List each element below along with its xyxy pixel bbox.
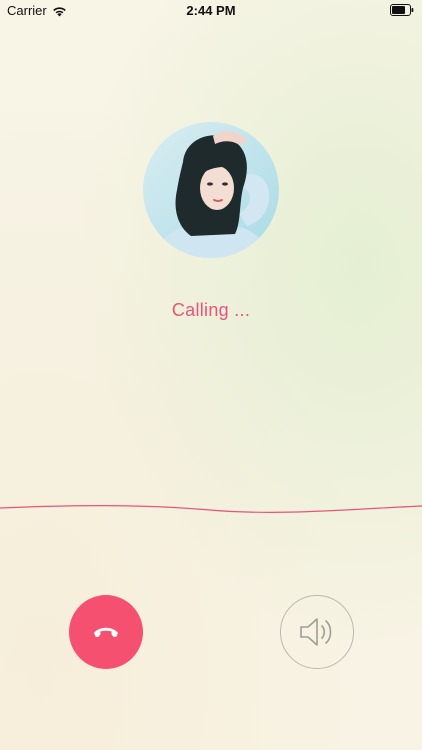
speaker-icon	[300, 618, 332, 646]
call-status-text: Calling ...	[171, 300, 251, 320]
speaker-button[interactable]	[280, 595, 354, 669]
hangup-button[interactable]	[69, 595, 143, 669]
status-bar: Carrier 2:44 PM	[0, 0, 422, 22]
contact-avatar	[143, 122, 279, 258]
status-time: 2:44 PM	[186, 3, 236, 18]
audio-wave-line	[0, 505, 422, 513]
battery-icon	[390, 4, 414, 16]
phone-hangup-icon	[94, 627, 118, 638]
